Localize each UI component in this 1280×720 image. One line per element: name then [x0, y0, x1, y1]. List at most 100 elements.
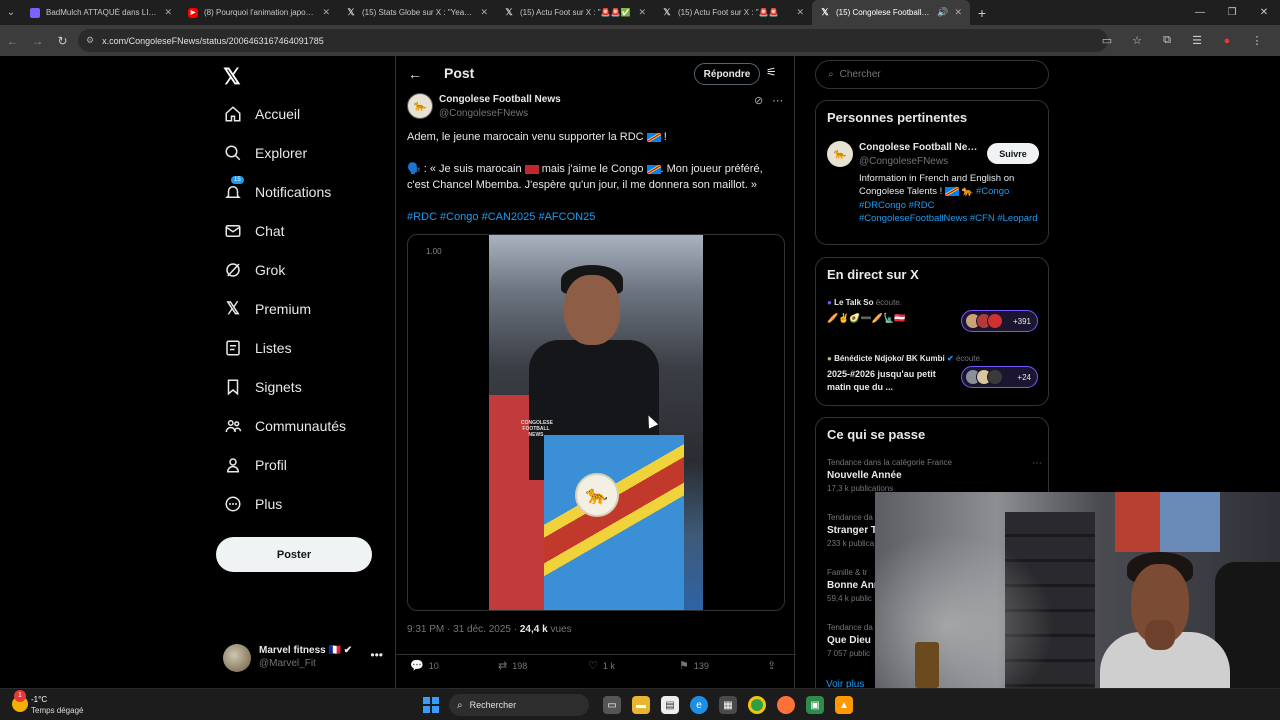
cast-icon[interactable]: ▭ — [1092, 34, 1122, 47]
close-icon[interactable]: ✕ — [638, 7, 646, 18]
back-arrow-icon[interactable]: ← — [408, 66, 422, 82]
speaker-icon[interactable]: 🔊 — [937, 7, 948, 18]
file-explorer-icon[interactable]: ▬ — [632, 696, 650, 714]
more-icon[interactable]: ⋯ — [1032, 458, 1042, 469]
browser-tab[interactable]: 𝕏 (15) Stats Globe sur X : "Year W ✕ — [338, 0, 496, 25]
browser-tab-active[interactable]: 𝕏 (15) Congolese Football Ne 🔊 ✕ — [812, 0, 970, 25]
more-icon[interactable]: ⋯ — [772, 95, 783, 107]
post-hashtags[interactable]: #RDC #Congo #CAN2025 #AFCON25 — [407, 211, 595, 223]
weather-widget[interactable]: 1 -1°C Temps dégagé — [8, 690, 118, 718]
video-scene — [564, 275, 620, 345]
profile-icon[interactable]: ● — [1212, 35, 1242, 47]
nav-profile[interactable]: Profil — [223, 450, 287, 480]
reply-button[interactable]: Répondre — [694, 63, 760, 85]
star-icon[interactable]: ☆ — [1122, 34, 1152, 47]
video-frame[interactable]: 🐆 CONGOLESE FOOTBALL NEWS — [489, 235, 703, 610]
mail-icon — [223, 221, 243, 241]
nav-grok[interactable]: Grok — [223, 255, 285, 285]
close-window-icon[interactable]: ✕ — [1248, 0, 1280, 25]
forward-icon[interactable]: → — [25, 34, 50, 48]
site-info-icon[interactable]: ⚙ — [86, 35, 94, 46]
browser-tab[interactable]: 𝕏 (15) Actu Foot sur X : "🚨🚨 ✕ — [654, 0, 812, 25]
nav-explore[interactable]: Explorer — [223, 138, 307, 168]
follow-button[interactable]: Suivre — [987, 143, 1039, 164]
browser-tab[interactable]: BadMulch ATTAQUÉ dans LIBÉ ✕ — [22, 0, 180, 25]
account-handle: @Marvel_Fit — [259, 658, 316, 669]
windows-start-icon[interactable] — [423, 697, 439, 713]
vlc-icon[interactable]: ▲ — [835, 696, 853, 714]
post-text-line: Adem, le jeune marocain venu supporter l… — [407, 131, 667, 143]
listeners-pill[interactable]: +24 — [961, 366, 1038, 388]
flag-drc-icon — [646, 132, 661, 142]
nav-communities[interactable]: Communautés — [223, 411, 346, 441]
nav-chat[interactable]: Chat — [223, 216, 285, 246]
search-input[interactable]: ⌕ Chercher — [815, 60, 1049, 89]
x-icon: 𝕏 — [663, 7, 671, 17]
edge-icon[interactable]: e — [690, 696, 708, 714]
taskbar-search[interactable]: ⌕ Rechercher — [449, 694, 589, 716]
app-icon[interactable]: ▣ — [806, 696, 824, 714]
sliders-icon[interactable]: ⚟ — [766, 65, 777, 79]
post-actions: 💬 10 ⇄ 198 ♡ 1 k ⚑ 139 ⇪ — [396, 654, 796, 674]
close-icon[interactable]: ✕ — [796, 7, 804, 18]
task-view-icon[interactable]: ▭ — [603, 696, 621, 714]
post-button[interactable]: Poster — [216, 537, 372, 572]
nav-bookmarks[interactable]: Signets — [223, 372, 302, 402]
post-tools: ⊘ ⋯ — [754, 94, 783, 107]
more-icon[interactable]: ••• — [370, 648, 383, 662]
author-avatar[interactable]: 🐆 — [407, 93, 433, 119]
media-icon[interactable]: ☰ — [1182, 34, 1212, 47]
url-field[interactable]: ⚙ x.com/CongoleseFNews/status/2006463167… — [78, 29, 1108, 52]
author-handle[interactable]: @CongoleseFNews — [439, 108, 528, 119]
left-nav: 𝕏 Accueil Explorer 15 Notifications Chat… — [215, 56, 395, 688]
browser-tab[interactable]: ▶ (8) Pourquoi l'animation japonaise ✕ — [180, 0, 338, 25]
store-icon[interactable]: ▦ — [719, 696, 737, 714]
notepad-icon[interactable]: ▤ — [661, 696, 679, 714]
avatar[interactable]: 🐆 — [827, 141, 853, 167]
communities-icon — [223, 416, 243, 436]
firefox-icon[interactable] — [777, 696, 795, 714]
user-name[interactable]: Congolese Football News — [859, 142, 979, 153]
grok-icon[interactable]: ⊘ — [754, 95, 763, 107]
author-name[interactable]: Congolese Football News — [439, 94, 561, 105]
x-logo-icon[interactable]: 𝕏 — [223, 64, 241, 90]
nav-lists[interactable]: Listes — [223, 333, 292, 363]
playback-speed[interactable]: 1.00 — [426, 247, 442, 256]
verified-icon: ✔ — [947, 354, 954, 363]
close-icon[interactable]: ✕ — [480, 7, 488, 18]
listeners-pill[interactable]: +391 — [961, 310, 1038, 332]
chrome-icon[interactable] — [748, 696, 766, 714]
window-controls: — ❐ ✕ — [1184, 0, 1280, 25]
bookmark-action[interactable]: ⚑ 139 — [679, 659, 709, 672]
trend-item[interactable]: Tendance dans la catégorie France Nouvel… — [827, 458, 1042, 493]
reply-action[interactable]: 💬 10 — [410, 659, 439, 672]
account-switcher[interactable]: Marvel fitness 🇫🇷 ✔ @Marvel_Fit ••• — [223, 642, 383, 674]
like-action[interactable]: ♡ 1 k — [588, 659, 615, 672]
nav-premium[interactable]: 𝕏 Premium — [223, 294, 311, 324]
extensions-icon[interactable]: ⧉ — [1152, 34, 1182, 47]
new-tab-button[interactable]: + — [970, 5, 994, 21]
share-action[interactable]: ⇪ — [767, 659, 781, 672]
nav-home[interactable]: Accueil — [223, 99, 300, 129]
video-player[interactable]: 1.00 🐆 CONGOLESE FOOTBALL NEWS — [407, 234, 785, 611]
nav-more[interactable]: Plus — [223, 489, 282, 519]
leopard-logo-icon: 🐆 — [575, 473, 619, 517]
menu-icon[interactable]: ⋮ — [1242, 34, 1272, 47]
reload-icon[interactable]: ↻ — [50, 34, 75, 48]
nav-notifications[interactable]: 15 Notifications — [223, 176, 331, 207]
host-avatar-icon: ● — [827, 354, 832, 363]
minimize-icon[interactable]: — — [1184, 0, 1216, 25]
user-handle[interactable]: @CongoleseFNews — [859, 156, 948, 167]
back-icon[interactable]: ← — [0, 34, 25, 48]
live-space-item[interactable]: ● Le Talk So écoute. 🥖✌️🥑➖🥖🗽🇦🇹 +391 — [827, 298, 1042, 338]
close-icon[interactable]: ✕ — [322, 7, 330, 18]
tab-search-icon[interactable]: ⌄ — [0, 0, 22, 25]
close-icon[interactable]: ✕ — [954, 7, 962, 18]
repost-action[interactable]: ⇄ 198 — [498, 659, 527, 672]
taskbar: 1 -1°C Temps dégagé ⌕ Rechercher ▭ ▬ ▤ e… — [0, 688, 1280, 720]
restore-icon[interactable]: ❐ — [1216, 0, 1248, 25]
live-space-item[interactable]: ● Bénédicte Ndjoko/ BK Kumbi ✔ écoute. 2… — [827, 354, 1042, 394]
browser-tab[interactable]: 𝕏 (15) Actu Foot sur X : "🚨🚨✅ ✕ — [496, 0, 654, 25]
flag-morocco-icon — [524, 164, 539, 174]
close-icon[interactable]: ✕ — [164, 7, 172, 18]
